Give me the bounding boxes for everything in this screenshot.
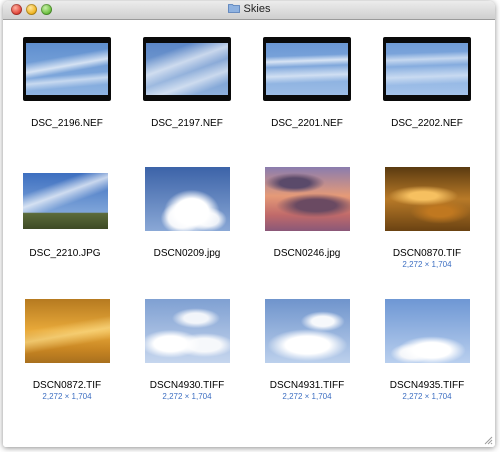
file-item[interactable]: DSCN0872.TIF 2,272 × 1,704 [7, 299, 127, 402]
file-item[interactable]: DSCN4931.TIFF 2,272 × 1,704 [247, 299, 367, 402]
file-name[interactable]: DSCN0872.TIF [7, 380, 127, 392]
file-name[interactable]: DSC_2210.JPG [5, 248, 125, 260]
file-item[interactable]: DSC_2210.JPG [5, 167, 125, 260]
file-name[interactable]: DSC_2196.NEF [7, 118, 127, 130]
file-name[interactable]: DSC_2202.NEF [367, 118, 487, 130]
file-thumbnail[interactable] [383, 37, 471, 101]
file-dimensions: 2,272 × 1,704 [402, 260, 452, 269]
file-dimensions: 2,272 × 1,704 [282, 392, 332, 401]
resize-grip-icon[interactable] [483, 435, 493, 445]
file-item[interactable]: DSC_2201.NEF [247, 37, 367, 130]
file-thumbnail[interactable] [25, 299, 110, 363]
file-item[interactable]: DSCN4930.TIFF 2,272 × 1,704 [127, 299, 247, 402]
file-name[interactable]: DSC_2201.NEF [247, 118, 367, 130]
file-item[interactable]: DSC_2196.NEF [7, 37, 127, 130]
file-thumbnail[interactable] [265, 167, 350, 231]
file-name[interactable]: DSCN4935.TIFF [367, 380, 487, 392]
file-name[interactable]: DSCN4931.TIFF [247, 380, 367, 392]
window-title: Skies [243, 3, 271, 15]
file-name[interactable]: DSCN0209.jpg [127, 248, 247, 260]
file-name[interactable]: DSCN4930.TIFF [127, 380, 247, 392]
file-thumbnail[interactable] [145, 299, 230, 363]
file-item[interactable]: DSCN0246.jpg [247, 167, 367, 260]
title-bar[interactable]: Skies [3, 1, 495, 20]
file-item[interactable]: DSCN0209.jpg [127, 167, 247, 260]
icon-view: DSC_2196.NEF DSC_2197.NEF DSC_2201.NEF D… [3, 20, 495, 447]
file-item[interactable]: DSC_2197.NEF [127, 37, 247, 130]
file-item[interactable]: DSCN0870.TIF 2,272 × 1,704 [367, 167, 487, 270]
file-thumbnail[interactable] [385, 299, 470, 363]
file-dimensions: 2,272 × 1,704 [162, 392, 212, 401]
file-name[interactable]: DSCN0870.TIF [367, 248, 487, 260]
window-title-area: Skies [3, 3, 495, 15]
file-thumbnail[interactable] [265, 299, 350, 363]
file-item[interactable]: DSC_2202.NEF [367, 37, 487, 130]
file-thumbnail[interactable] [143, 37, 231, 101]
file-thumbnail[interactable] [385, 167, 470, 231]
file-thumbnail[interactable] [23, 37, 111, 101]
file-thumbnail[interactable] [145, 167, 230, 231]
file-item[interactable]: DSCN4935.TIFF 2,272 × 1,704 [367, 299, 487, 402]
file-dimensions: 2,272 × 1,704 [42, 392, 92, 401]
file-thumbnail[interactable] [263, 37, 351, 101]
file-dimensions: 2,272 × 1,704 [402, 392, 452, 401]
folder-icon [227, 4, 240, 13]
file-name[interactable]: DSCN0246.jpg [247, 248, 367, 260]
file-thumbnail[interactable] [23, 173, 108, 229]
finder-window: Skies DSC_2196.NEF DSC_2197.NEF DSC_2201… [3, 1, 495, 447]
file-name[interactable]: DSC_2197.NEF [127, 118, 247, 130]
